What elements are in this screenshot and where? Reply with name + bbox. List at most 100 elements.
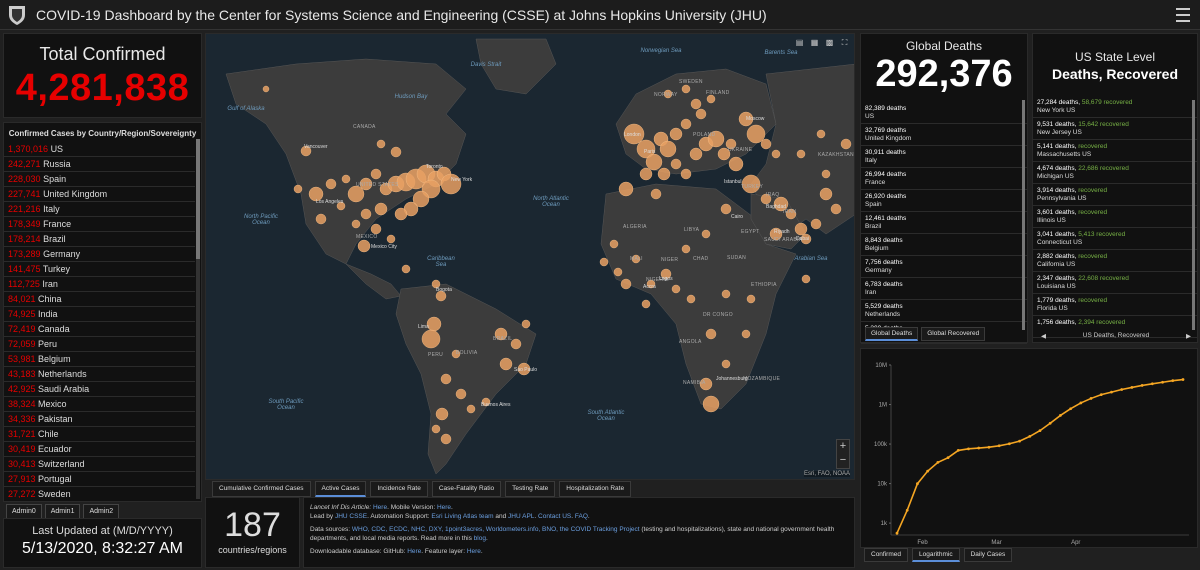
tab-global-recovered[interactable]: Global Recovered <box>921 327 986 341</box>
case-bubble[interactable] <box>706 94 716 104</box>
us-state-item[interactable]: 3,601 deaths, recovered Illinois US <box>1033 206 1197 228</box>
tab-global-deaths[interactable]: Global Deaths <box>865 327 919 341</box>
case-bubble[interactable] <box>670 158 682 170</box>
case-bubble[interactable] <box>690 98 702 110</box>
case-bubble[interactable] <box>325 178 337 190</box>
case-bubble[interactable] <box>741 329 751 339</box>
global-deaths-item[interactable]: 12,461 deaths Brazil <box>861 212 1027 234</box>
tab-active-cases[interactable]: Active Cases <box>314 481 367 497</box>
tab-confirmed[interactable]: Confirmed <box>864 548 908 562</box>
case-bubble[interactable] <box>599 257 609 267</box>
case-bubble[interactable] <box>431 424 441 434</box>
country-list-scrollbar[interactable] <box>196 139 200 499</box>
global-deaths-item[interactable]: 26,920 deaths Spain <box>861 190 1027 212</box>
zoom-out-button[interactable]: − <box>837 454 849 468</box>
case-bubble[interactable] <box>796 149 806 159</box>
country-list-item[interactable]: 34,336 Pakistan <box>4 412 195 427</box>
case-bubble[interactable] <box>728 156 744 172</box>
case-bubble[interactable] <box>370 223 382 235</box>
country-list-item[interactable]: 84,021 China <box>4 292 195 307</box>
case-bubble[interactable] <box>499 357 513 371</box>
country-list-item[interactable]: 141,475 Turkey <box>4 262 195 277</box>
case-bubble[interactable] <box>374 202 388 216</box>
case-bubble[interactable] <box>721 359 731 369</box>
basemap-gallery-icon[interactable]: ▩ <box>824 37 835 48</box>
country-list-item[interactable]: 38,324 Mexico <box>4 397 195 412</box>
case-bubble[interactable] <box>721 289 731 299</box>
jhu-apl-link[interactable]: JHU APL <box>508 513 534 520</box>
case-bubble[interactable] <box>351 219 361 229</box>
case-bubble[interactable] <box>401 264 411 274</box>
case-bubble[interactable] <box>680 168 692 180</box>
case-bubble[interactable] <box>421 329 441 349</box>
tab-hospitalization-rate[interactable]: Hospitalization Rate <box>559 481 632 497</box>
global-deaths-scrollbar[interactable] <box>1022 100 1025 330</box>
global-deaths-item[interactable]: 7,756 deaths Germany <box>861 256 1027 278</box>
country-list-item[interactable]: 30,419 Ecuador <box>4 442 195 457</box>
us-state-item[interactable]: 2,882 deaths, recovered California US <box>1033 250 1197 272</box>
tab-daily-cases[interactable]: Daily Cases <box>963 548 1013 562</box>
country-list-item[interactable]: 227,741 United Kingdom <box>4 187 195 202</box>
layer-list-icon[interactable]: ▦ <box>809 37 820 48</box>
feature-layer-link[interactable]: Here <box>467 548 481 555</box>
map-canvas[interactable] <box>206 34 855 480</box>
case-bubble[interactable] <box>455 388 467 400</box>
blog-link[interactable]: blog <box>474 535 486 542</box>
case-bubble[interactable] <box>440 373 452 385</box>
case-bubble[interactable] <box>347 185 365 203</box>
case-bubble[interactable] <box>689 147 703 161</box>
case-bubble[interactable] <box>262 85 270 93</box>
tab-case-fatality-ratio[interactable]: Case-Fatality Ratio <box>431 481 502 497</box>
case-bubble[interactable] <box>659 140 677 158</box>
country-list-item[interactable]: 173,289 Germany <box>4 247 195 262</box>
case-bubble[interactable] <box>669 127 683 141</box>
global-deaths-item[interactable]: 6,783 deaths Iran <box>861 278 1027 300</box>
case-bubble[interactable] <box>794 222 808 236</box>
case-bubble[interactable] <box>426 316 442 332</box>
prev-arrow-icon[interactable]: ◀ <box>1041 332 1046 340</box>
case-bubble[interactable] <box>376 139 386 149</box>
country-list-item[interactable]: 72,419 Canada <box>4 322 195 337</box>
tab-incidence-rate[interactable]: Incidence Rate <box>370 481 428 497</box>
us-state-item[interactable]: 9,531 deaths, 15,642 recovered New Jersey… <box>1033 118 1197 140</box>
case-bubble[interactable] <box>613 267 623 277</box>
us-state-item[interactable]: 3,914 deaths, recovered Pennsylvania US <box>1033 184 1197 206</box>
case-bubble[interactable] <box>686 294 696 304</box>
country-list-item[interactable]: 30,413 Switzerland <box>4 457 195 472</box>
country-list-item[interactable]: 31,721 Chile <box>4 427 195 442</box>
lancet-article-link[interactable]: Here <box>373 504 387 511</box>
contact-us-link[interactable]: Contact US <box>538 513 571 520</box>
country-list-item[interactable]: 178,214 Brazil <box>4 232 195 247</box>
case-bubble[interactable] <box>440 433 452 445</box>
country-list-item[interactable]: 1,370,016 US <box>4 142 195 157</box>
case-bubble[interactable] <box>645 153 663 171</box>
case-bubble[interactable] <box>680 118 692 130</box>
faq-link[interactable]: FAQ <box>575 513 588 520</box>
bookmark-icon[interactable]: ▤ <box>794 37 805 48</box>
case-bubble[interactable] <box>746 124 766 144</box>
case-bubble[interactable] <box>671 284 681 294</box>
case-bubble[interactable] <box>510 338 522 350</box>
case-bubble[interactable] <box>830 203 842 215</box>
case-bubble[interactable] <box>746 294 756 304</box>
case-bubble[interactable] <box>639 167 653 181</box>
country-list-item[interactable]: 42,925 Saudi Arabia <box>4 382 195 397</box>
case-bubble[interactable] <box>360 208 372 220</box>
case-bubble[interactable] <box>620 278 632 290</box>
menu-icon[interactable] <box>1176 8 1190 22</box>
zoom-in-button[interactable]: + <box>837 440 849 454</box>
global-deaths-item[interactable]: 30,911 deaths Italy <box>861 146 1027 168</box>
case-bubble[interactable] <box>701 229 711 239</box>
case-bubble[interactable] <box>435 407 449 421</box>
country-list-item[interactable]: 27,913 Portugal <box>4 472 195 487</box>
case-bubble[interactable] <box>695 108 707 120</box>
global-deaths-item[interactable]: 8,843 deaths Belgium <box>861 234 1027 256</box>
country-list-item[interactable]: 178,349 France <box>4 217 195 232</box>
mobile-version-link[interactable]: Here <box>437 504 451 511</box>
case-bubble[interactable] <box>657 167 671 181</box>
case-bubble[interactable] <box>681 84 691 94</box>
case-bubble[interactable] <box>702 395 720 413</box>
case-bubble[interactable] <box>341 174 351 184</box>
case-bubble[interactable] <box>705 328 717 340</box>
fullscreen-icon[interactable]: ⛶ <box>839 37 850 48</box>
